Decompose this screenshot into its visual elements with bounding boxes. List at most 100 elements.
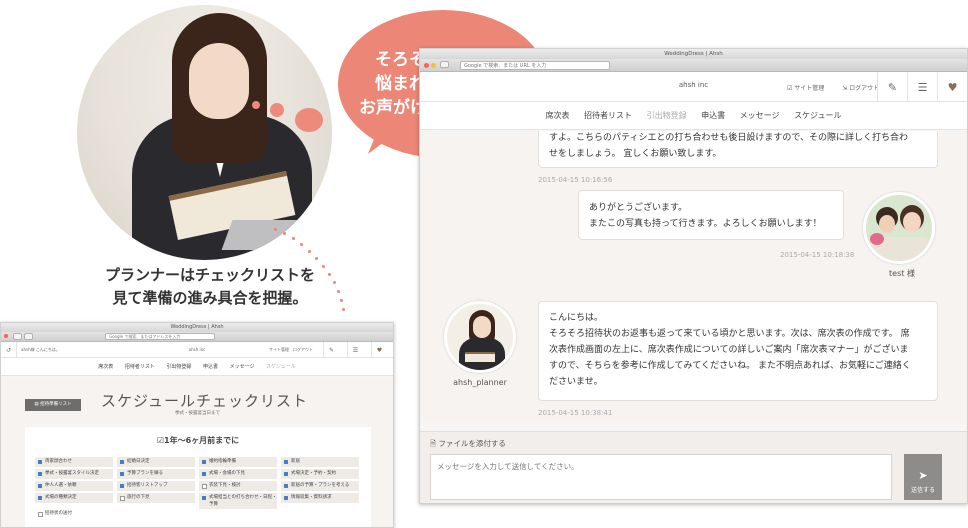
attach-file-link[interactable]: 🗎 ファイルを添付する (430, 438, 506, 451)
heart-icon[interactable]: ♥ (937, 72, 967, 102)
planner-avatar (444, 301, 516, 373)
app-nav: 席次表 招待者リスト 引出物登録 申込書 メッセージ スケジュール (420, 102, 967, 130)
planner-name: ahsh_planner (453, 378, 507, 387)
thought-bubble-large (295, 108, 323, 132)
forward-icon[interactable] (24, 333, 33, 340)
document-icon: ▤ (34, 402, 39, 407)
checklist-item[interactable]: 両家顔合わせ (35, 457, 113, 467)
address-bar[interactable]: Google で検索、または URL を入力 (460, 61, 610, 70)
checklist-item[interactable]: 招待状の送付 (35, 509, 113, 519)
checklist-item[interactable]: 旅行の下見 (117, 493, 195, 503)
nav-application[interactable]: 申込書 (203, 364, 218, 370)
thought-bubble-small (252, 101, 260, 109)
caption-line: 見て準備の進み具合を把握。 (112, 289, 308, 307)
message-bubble: すよ。こちらのパティシエとの打ち合わせも後日設けますので、その際に詳しく打ち合わ… (538, 131, 938, 168)
checklist-item[interactable]: 情報収集・資料請求 (281, 493, 359, 503)
message-window: WeddingDress | Ahsh Google で検索、または URL を… (419, 48, 968, 504)
planner-caption: プランナーはチェックリストを 見て準備の進み具合を把握。 (60, 264, 360, 310)
logout-link[interactable]: ログアウト (293, 347, 313, 352)
customer-avatar (863, 192, 935, 264)
checklist-item[interactable]: 挙式・披露宴スタイル決定 (35, 469, 113, 479)
nav-seating[interactable]: 席次表 (545, 111, 569, 120)
attach-label: ファイルを添付する (438, 439, 506, 448)
message-composer: 🗎 ファイルを添付する ➤ 送信する (420, 431, 967, 503)
nav-message[interactable]: メッセージ (740, 111, 780, 120)
customer-name: test 様 (889, 269, 915, 278)
checklist-item[interactable]: 婚約指輪準備 (199, 457, 277, 467)
checklist-item[interactable]: 結婚日決定 (117, 457, 195, 467)
nav-schedule[interactable]: スケジュール (794, 111, 841, 120)
nav-message[interactable]: メッセージ (230, 364, 255, 370)
file-icon: 🗎 (430, 439, 437, 448)
site-admin-link[interactable]: ☑ サイト管理 (787, 85, 832, 92)
message-bubble: ありがとうございます。 またこの写真も持って行きます。よろしくお願いします！ (578, 190, 844, 240)
message-line: またこの写真も持って行きます。よろしくお願いします！ (589, 219, 822, 229)
heart-icon[interactable]: ♥ (371, 342, 387, 358)
checklist-item[interactable]: 予算プランを練る (117, 469, 195, 479)
address-bar[interactable]: Google で検索、またはアドレスを入力 (105, 333, 215, 340)
edit-icon[interactable]: ✎ (877, 72, 907, 102)
period-label: 1年〜6ヶ月前までに (164, 436, 240, 445)
download-list-button[interactable]: ▤ 招待準備リスト (25, 399, 81, 411)
period-heading: ☑1年〜6ヶ月前までに (25, 435, 371, 446)
checklist-item[interactable]: 新居 (281, 457, 359, 467)
nav-guest-list[interactable]: 招待者リスト (584, 111, 632, 120)
paper-plane-icon: ➤ (918, 469, 928, 482)
message-input[interactable] (430, 454, 892, 500)
nav-gifts[interactable]: 引出物登録 (166, 364, 191, 370)
checklist-body: ▤ 招待準備リスト スケジュールチェックリスト 挙式・披露宴当日まで ☑1年〜6… (1, 377, 393, 527)
page-title: スケジュールチェックリスト (101, 392, 308, 410)
message-line: すよ。こちらのパティシエとの打ち合わせも後日設けますので、その際に詳しく打ち合わ (549, 133, 909, 143)
page-subtitle: 挙式・披露宴当日まで (175, 411, 220, 416)
message-line: ださいませ。 (549, 377, 603, 387)
thought-bubble-medium (270, 103, 284, 117)
nav-application[interactable]: 申込書 (701, 111, 725, 120)
app-header: ahsh inc ☑ サイト管理 ⇲ ログアウト ✎ ☰ ♥ (420, 72, 967, 102)
back-icon[interactable] (13, 333, 22, 340)
send-button[interactable]: ➤ 送信する (904, 454, 942, 500)
window-title: WeddingDress | Ahsh (1, 323, 393, 332)
checklist-window: WeddingDress | Ahsh Google で検索、またはアドレスを入… (0, 322, 394, 528)
checklist-item[interactable]: 新居の予算・プランを考える (281, 481, 359, 491)
minimize-icon[interactable] (431, 63, 436, 68)
site-admin-link[interactable]: サイト管理 (269, 347, 289, 352)
checklist-item[interactable]: 式場担当との打ち合わせ・日程・予算 (199, 493, 277, 509)
app-nav: 席次表 招待者リスト 引出物登録 申込書 メッセージ スケジュール (1, 358, 393, 376)
message-bubble: こんにちは。 そろそろ招待状のお返事も返って来ている頃かと思います。次は、席次表… (538, 301, 938, 401)
nav-guest-list[interactable]: 招待者リスト (125, 364, 155, 370)
edit-icon[interactable]: ✎ (323, 342, 339, 358)
nav-schedule[interactable]: スケジュール (266, 364, 296, 370)
app-header: ↺ ahsh様 こんにちは。 ahsh inc サイト管理 ログアウト ✎ ☰ … (1, 342, 393, 358)
nav-gifts[interactable]: 引出物登録 (647, 111, 687, 120)
back-icon[interactable] (440, 61, 449, 68)
message-line: そろそろ招待状のお返事も返って来ている頃かと思います。次は、席次表の作成です。 … (549, 329, 910, 339)
checklist-item[interactable]: 招待客リストアップ (117, 481, 195, 491)
message-line: せをしましょう。 宜しくお願い致します。 (549, 149, 722, 159)
send-label: 送信する (910, 487, 935, 494)
menu-icon[interactable]: ☰ (907, 72, 937, 102)
close-icon[interactable] (424, 63, 429, 68)
checklist-item[interactable]: 式場の種類決定 (35, 493, 113, 503)
download-label: 招待準備リスト (40, 402, 72, 407)
site-admin-label: サイト管理 (794, 85, 825, 92)
checklist-item[interactable]: 仲人人選・依頼 (35, 481, 113, 491)
nav-seating[interactable]: 席次表 (98, 364, 113, 370)
message-time: 2015-04-15 10:38:41 (538, 409, 613, 417)
checklist-item[interactable]: 式場決定・予約・契約 (281, 469, 359, 479)
planner-photo (77, 5, 332, 260)
message-line: 次表作成画面の左上に、席次表作成についての詳しいご案内「席次表マナー」がございま (549, 345, 909, 355)
caption-line: プランナーはチェックリストを (104, 266, 315, 284)
message-line: すので、そちらを参考に作成してみてくださいね。 また不明点あれば、お気軽にご連絡… (549, 361, 911, 371)
close-icon[interactable] (4, 334, 8, 338)
checklist-item[interactable]: 衣装下見・検討 (199, 481, 277, 491)
checklist-item[interactable]: 式場・会場の下見 (199, 469, 277, 479)
checkbox-icon: ☑ (156, 436, 165, 445)
checklist-panel: ☑1年〜6ヶ月前までに 両家顔合わせ 挙式・披露宴スタイル決定 仲人人選・依頼 … (25, 427, 371, 527)
logout-label: ログアウト (849, 85, 880, 92)
window-title: WeddingDress | Ahsh (420, 49, 967, 59)
browser-toolbar: Google で検索、またはアドレスを入力 (1, 332, 393, 342)
browser-toolbar: Google で検索、または URL を入力 (420, 59, 967, 72)
chat-thread: すよ。こちらのパティシエとの打ち合わせも後日設けますので、その際に詳しく打ち合わ… (420, 131, 967, 423)
menu-icon[interactable]: ☰ (347, 342, 363, 358)
message-line: こんにちは。 (549, 313, 604, 323)
